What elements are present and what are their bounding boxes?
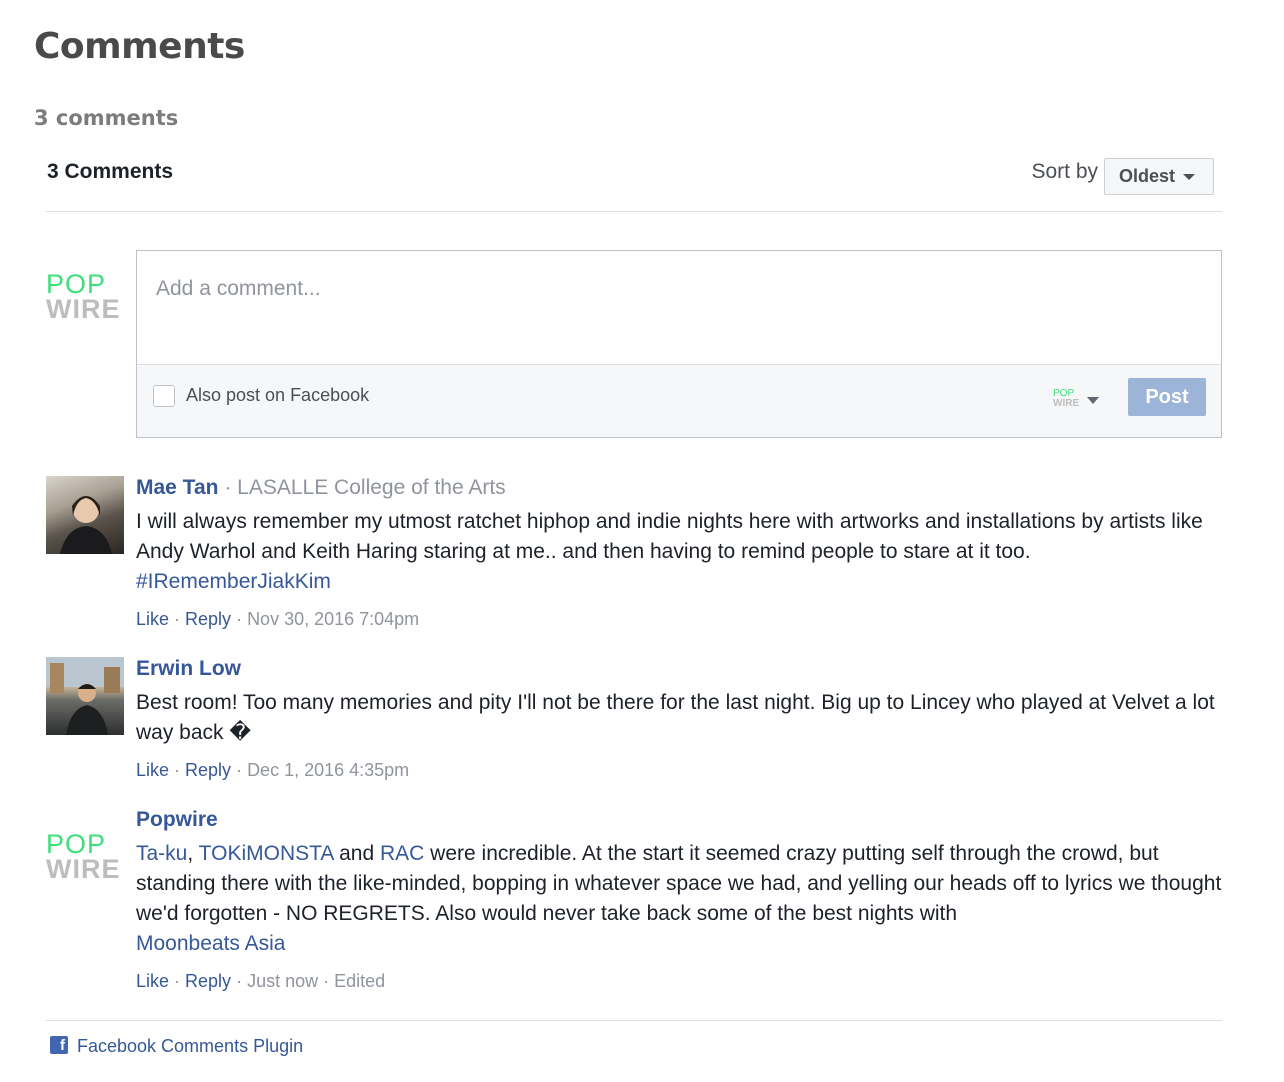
person-photo-icon — [46, 657, 124, 735]
logo-pop-text: POP — [46, 828, 107, 859]
mention-link[interactable]: Ta-ku — [136, 842, 187, 865]
sort-label: Sort by — [1031, 160, 1098, 183]
post-as-dropdown-icon[interactable] — [1087, 397, 1099, 404]
facebook-icon: f — [50, 1036, 68, 1054]
comment-timestamp[interactable]: Nov 30, 2016 7:04pm — [247, 609, 419, 629]
avatar-popwire-logo[interactable]: POP WIRE — [46, 828, 124, 884]
comment-input[interactable]: Add a comment... — [137, 251, 1221, 365]
author-organization[interactable]: LASALLE College of the Arts — [237, 476, 506, 499]
comment-body: Mae Tan · LASALLE College of the Arts I … — [136, 474, 1222, 630]
reply-button[interactable]: Reply — [185, 971, 231, 991]
logo-wire-text: WIRE — [46, 853, 121, 884]
comment-body: Popwire Ta-ku, TOKiMONSTA and RAC were i… — [136, 806, 1222, 992]
facebook-comments-plugin: 3 Comments Sort by Oldest POP WIRE Add a… — [46, 150, 1222, 991]
also-post-label[interactable]: Also post on Facebook — [186, 385, 369, 406]
comment-actions: Like · Reply · Dec 1, 2016 4:35pm — [136, 760, 410, 780]
comment-author[interactable]: Erwin Low — [136, 657, 241, 680]
user-avatar-popwire-logo: POP WIRE — [46, 268, 124, 324]
sort-dropdown[interactable]: Oldest — [1104, 158, 1214, 195]
comment-text: Best room! Too many memories and pity I'… — [136, 691, 1215, 744]
reply-button[interactable]: Reply — [185, 609, 231, 629]
like-button[interactable]: Like — [136, 760, 169, 780]
post-button[interactable]: Post — [1128, 378, 1206, 416]
comment-author[interactable]: Popwire — [136, 808, 218, 831]
comment-timestamp[interactable]: Dec 1, 2016 4:35pm — [247, 760, 409, 780]
page-title: Comments — [34, 26, 245, 67]
separator: · — [224, 476, 232, 499]
facebook-comments-plugin-link[interactable]: Facebook Comments Plugin — [77, 1036, 303, 1057]
comment-actions: Like · Reply · Just now · Edited — [136, 971, 386, 991]
composer-footer: Also post on Facebook POP WIRE Post — [137, 365, 1221, 437]
comment-author[interactable]: Mae Tan — [136, 476, 218, 499]
comment-timestamp[interactable]: Just now — [247, 971, 318, 991]
comment-actions: Like · Reply · Nov 30, 2016 7:04pm — [136, 609, 420, 629]
avatar[interactable] — [46, 657, 124, 735]
sort-value: Oldest — [1119, 166, 1176, 186]
plugin-comment-count: 3 Comments — [47, 160, 174, 183]
comment-count-heading: 3 comments — [34, 106, 179, 130]
like-button[interactable]: Like — [136, 971, 169, 991]
person-photo-icon — [60, 496, 112, 554]
like-button[interactable]: Like — [136, 609, 169, 629]
mention-link[interactable]: RAC — [380, 842, 424, 865]
mention-link[interactable]: TOKiMONSTA — [199, 842, 334, 865]
edited-label: Edited — [334, 971, 386, 991]
comment-text: Ta-ku, TOKiMONSTA and RAC were incredibl… — [136, 842, 1222, 955]
avatar[interactable] — [46, 476, 124, 554]
hashtag-link[interactable]: #IRememberJiakKim — [136, 570, 331, 593]
reply-button[interactable]: Reply — [185, 760, 231, 780]
plugin-footer: f Facebook Comments Plugin — [46, 1020, 1222, 1056]
comment-composer: Add a comment... Also post on Facebook P… — [136, 250, 1222, 438]
comment-text: I will always remember my utmost ratchet… — [136, 510, 1203, 593]
post-as-avatar-icon[interactable]: POP WIRE — [1053, 389, 1081, 411]
chevron-down-icon — [1183, 173, 1196, 180]
logo-pop-text: POP — [46, 268, 107, 299]
logo-wire-text: WIRE — [46, 293, 121, 324]
comment-body: Erwin Low Best room! Too many memories a… — [136, 655, 1222, 781]
also-post-checkbox[interactable] — [153, 385, 175, 407]
plugin-header: 3 Comments Sort by Oldest — [46, 150, 1222, 212]
mention-link[interactable]: Moonbeats Asia — [136, 932, 285, 955]
